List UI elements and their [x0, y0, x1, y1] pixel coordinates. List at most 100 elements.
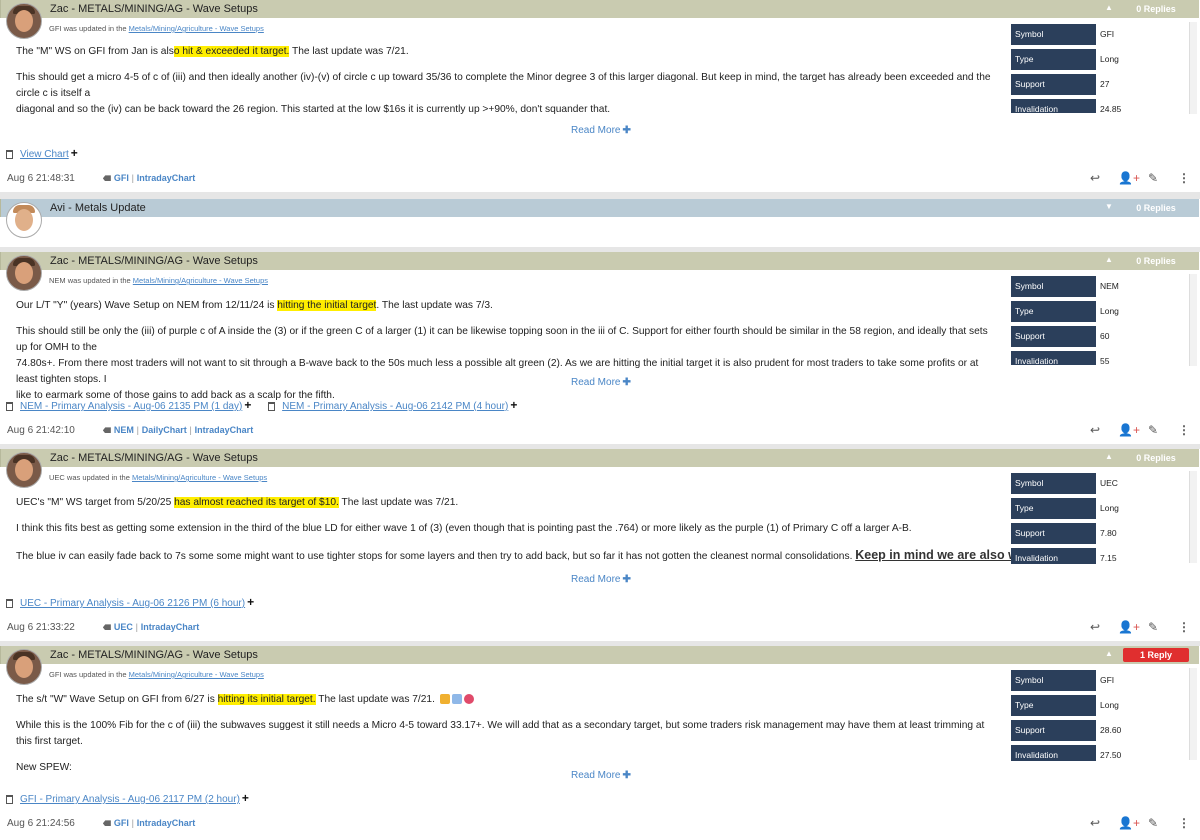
add-icon[interactable]: + — [247, 595, 254, 609]
text: The "M" WS on GFI from Jan is als — [16, 46, 174, 57]
category-link[interactable]: Metals/Mining/Agriculture - Wave Setups — [132, 473, 267, 482]
read-more-link[interactable]: Read More ✚ — [571, 574, 631, 585]
chevron-down-icon[interactable]: ▼ — [1105, 202, 1113, 211]
add-user-icon[interactable]: 👤+ — [1118, 816, 1140, 830]
category-link[interactable]: Metals/Mining/Agriculture - Wave Setups — [129, 670, 264, 679]
symbol-label: Symbol — [1011, 276, 1096, 297]
post-header[interactable]: Zac - METALS/MINING/AG - Wave Setups ▲ 0… — [0, 252, 1199, 270]
avatar[interactable] — [6, 255, 42, 291]
reply-icon[interactable]: ↩ — [1090, 171, 1100, 185]
sidebar-scrollbar[interactable] — [1189, 22, 1197, 114]
type-value: Long — [1100, 700, 1119, 710]
add-icon[interactable]: + — [242, 791, 249, 805]
chevron-up-icon[interactable]: ▲ — [1105, 649, 1113, 658]
text: The last update was 7/21. — [315, 694, 435, 705]
post-header[interactable]: Zac - METALS/MINING/AG - Wave Setups ▲ 0… — [0, 0, 1199, 18]
post-author: Zac - METALS/MINING/AG - Wave Setups — [50, 452, 258, 464]
sidebar-scrollbar[interactable] — [1189, 471, 1197, 563]
reply-icon[interactable]: ↩ — [1090, 816, 1100, 830]
add-user-icon[interactable]: 👤+ — [1118, 171, 1140, 185]
kebab-menu-icon[interactable]: ⋮ — [1178, 620, 1190, 634]
setup-sidebar: Symbol GFI Type Long Support 27 Invalidatio… — [1011, 24, 1188, 117]
chevron-up-icon[interactable]: ▲ — [1105, 255, 1113, 264]
add-user-icon[interactable]: 👤+ — [1118, 620, 1140, 634]
tag-link[interactable]: IntradayChart — [195, 425, 254, 435]
text: I think this fits best as getting some e… — [16, 523, 912, 534]
add-icon[interactable]: + — [71, 146, 78, 160]
replies-count[interactable]: 0 Replies — [1123, 2, 1189, 16]
read-more-link[interactable]: Read More ✚ — [571, 770, 631, 781]
support-label: Support — [1011, 74, 1096, 95]
tag-link[interactable]: NEM — [114, 425, 134, 435]
read-more-link[interactable]: Read More ✚ — [571, 377, 631, 388]
post-avi: Avi - Metals Update ▼ 0 Replies — [0, 199, 1200, 247]
tag-link[interactable]: DailyChart — [142, 425, 187, 435]
trash-icon[interactable] — [268, 401, 276, 411]
add-user-icon[interactable]: 👤+ — [1118, 423, 1140, 437]
type-value: Long — [1100, 54, 1119, 64]
chevron-up-icon[interactable]: ▲ — [1105, 452, 1113, 461]
symbol-value: UEC — [1100, 478, 1118, 488]
reply-icon[interactable]: ↩ — [1090, 620, 1100, 634]
post-author: Zac - METALS/MINING/AG - Wave Setups — [50, 3, 258, 15]
text: The blue iv can easily fade back to 7s s… — [16, 551, 853, 562]
add-icon[interactable]: + — [510, 398, 517, 412]
pencil-icon[interactable]: ✎ — [1148, 423, 1158, 437]
tag-icon — [102, 175, 111, 182]
tag-link[interactable]: GFI — [114, 173, 129, 183]
post-header[interactable]: Zac - METALS/MINING/AG - Wave Setups ▲ 0… — [0, 449, 1199, 467]
update-note: NEM was updated in the Metals/Mining/Agr… — [49, 276, 268, 285]
avatar[interactable] — [6, 452, 42, 488]
chart-link[interactable]: UEC - Primary Analysis - Aug-06 2126 PM … — [20, 598, 245, 609]
post-footer: Aug 6 21:48:31 GFI | IntradayChart — [7, 173, 196, 184]
sidebar-scrollbar[interactable] — [1189, 274, 1197, 366]
chart-link[interactable]: NEM - Primary Analysis - Aug-06 2142 PM … — [282, 401, 508, 412]
chart-link[interactable]: View Chart — [20, 149, 69, 160]
symbol-label: Symbol — [1011, 473, 1096, 494]
replies-count[interactable]: 0 Replies — [1123, 201, 1189, 215]
post-header[interactable]: Avi - Metals Update ▼ 0 Replies — [0, 199, 1199, 217]
sidebar-scrollbar[interactable] — [1189, 668, 1197, 760]
pencil-icon[interactable]: ✎ — [1148, 816, 1158, 830]
post-footer: Aug 6 21:42:10 NEM | DailyChart | Intrada… — [7, 425, 254, 436]
read-more-link[interactable]: Read More ✚ — [571, 125, 631, 136]
category-link[interactable]: Metals/Mining/Agriculture - Wave Setups — [133, 276, 268, 285]
symbol-value: GFI — [1100, 675, 1115, 685]
avatar[interactable] — [6, 202, 42, 238]
trash-icon[interactable] — [6, 401, 13, 411]
trash-icon[interactable] — [6, 794, 13, 804]
reply-icon[interactable]: ↩ — [1090, 423, 1100, 437]
replies-count[interactable]: 0 Replies — [1123, 451, 1189, 465]
post-header[interactable]: Zac - METALS/MINING/AG - Wave Setups ▲ 1… — [0, 646, 1199, 664]
chart-links: UEC - Primary Analysis - Aug-06 2126 PM … — [6, 595, 268, 609]
tag-link[interactable]: IntradayChart — [137, 173, 196, 183]
category-link[interactable]: Metals/Mining/Agriculture - Wave Setups — [129, 24, 264, 33]
chart-link[interactable]: GFI - Primary Analysis - Aug-06 2117 PM … — [20, 794, 240, 805]
pencil-icon[interactable]: ✎ — [1148, 620, 1158, 634]
tag-link[interactable]: IntradayChart — [141, 622, 200, 632]
text: UEC's "M" WS target from 5/20/25 — [16, 497, 175, 508]
tag-link[interactable]: GFI — [114, 818, 129, 828]
avatar[interactable] — [6, 3, 42, 39]
kebab-menu-icon[interactable]: ⋮ — [1178, 171, 1190, 185]
support-label: Support — [1011, 720, 1096, 741]
pencil-icon[interactable]: ✎ — [1148, 171, 1158, 185]
trash-icon[interactable] — [6, 149, 13, 159]
add-icon[interactable]: + — [244, 398, 251, 412]
setup-sidebar: Symbol NEM Type Long Support 60 Invalidatio… — [1011, 276, 1188, 369]
kebab-menu-icon[interactable]: ⋮ — [1178, 423, 1190, 437]
update-prefix: NEM was updated in the — [49, 276, 133, 285]
highlighted-text: hitting its initial target. — [217, 694, 316, 705]
avatar[interactable] — [6, 649, 42, 685]
chevron-up-icon[interactable]: ▲ — [1105, 3, 1113, 12]
replies-count[interactable]: 1 Reply — [1123, 648, 1189, 662]
replies-count[interactable]: 0 Replies — [1123, 254, 1189, 268]
post-author: Avi - Metals Update — [50, 202, 146, 214]
trash-icon[interactable] — [6, 598, 13, 608]
post-author: Zac - METALS/MINING/AG - Wave Setups — [50, 649, 258, 661]
tag-link[interactable]: IntradayChart — [137, 818, 196, 828]
kebab-menu-icon[interactable]: ⋮ — [1178, 816, 1190, 830]
tag-link[interactable]: UEC — [114, 622, 133, 632]
chart-link[interactable]: NEM - Primary Analysis - Aug-06 2135 PM … — [20, 401, 242, 412]
type-label: Type — [1011, 301, 1096, 322]
